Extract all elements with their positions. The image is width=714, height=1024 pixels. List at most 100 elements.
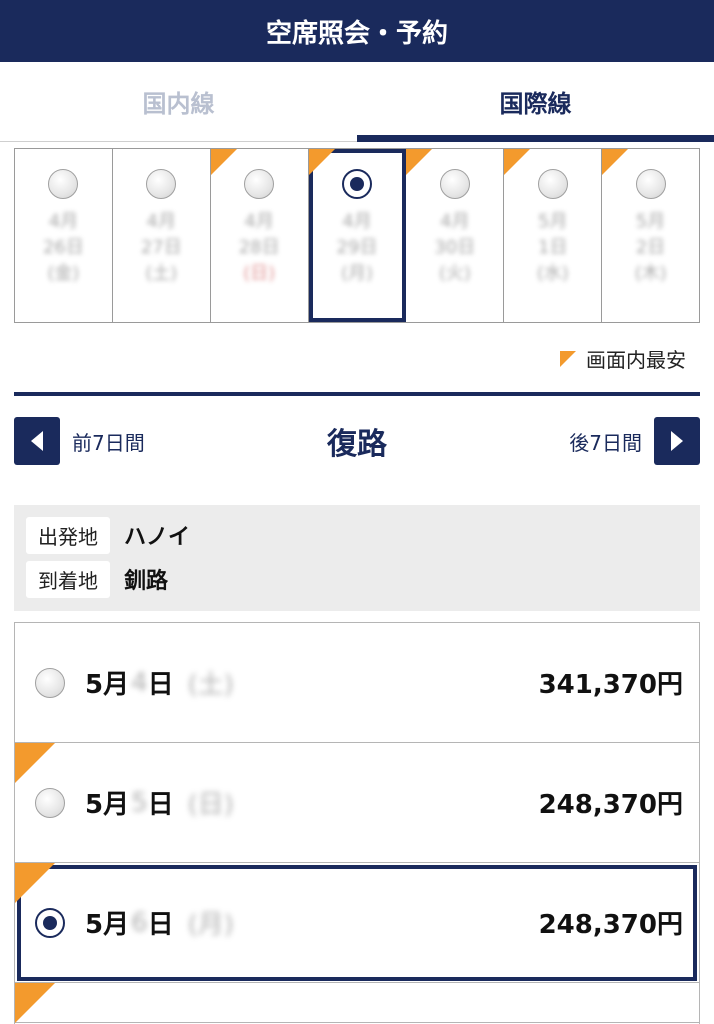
next-7-days-label[interactable]: 後7日間 xyxy=(569,427,642,456)
date-cell-text: 5月 2日 (木) xyxy=(635,209,667,287)
chevron-right-icon[interactable] xyxy=(654,417,700,465)
date-day: 29日 xyxy=(336,237,378,258)
tab-domestic-label: 国内線 xyxy=(142,90,215,118)
route-type-tabs: 国内線 国際線 xyxy=(0,62,714,142)
flight-row[interactable]: 5月 5 日 (日) 248,370円 xyxy=(15,743,699,863)
radio-icon[interactable] xyxy=(35,787,65,818)
direction-title: 復路 xyxy=(327,427,387,462)
page-title: 空席照会・予約 xyxy=(265,18,448,49)
date-day: 1日 xyxy=(538,237,568,258)
prev-7-days-label[interactable]: 前7日間 xyxy=(72,427,145,456)
date-cell[interactable]: 5月 1日 (水) xyxy=(504,149,603,322)
date-cell-text: 5月 1日 (水) xyxy=(537,209,569,287)
cheapest-flag-icon xyxy=(406,149,433,175)
flight-date: 5月 4 日 (土) xyxy=(85,664,234,701)
date-cell-text: 4月 28日 (日) xyxy=(239,209,280,287)
radio-icon[interactable] xyxy=(537,169,568,199)
radio-icon[interactable] xyxy=(635,169,666,199)
date-day: 2日 xyxy=(635,237,666,258)
date-weekday: (月) xyxy=(340,263,374,284)
radio-icon[interactable] xyxy=(146,169,177,199)
date-cell[interactable]: 4月 26日 (金) xyxy=(15,149,113,322)
flight-date: 5月 5 日 (日) xyxy=(85,784,234,821)
date-cell-text: 4月 30日 (火) xyxy=(434,209,475,287)
radio-icon[interactable] xyxy=(439,169,470,199)
flight-price: 341,370円 xyxy=(538,670,683,700)
date-weekday: (火) xyxy=(438,263,471,284)
radio-icon[interactable] xyxy=(244,169,275,199)
date-cell[interactable]: 4月 27日 (土) xyxy=(112,149,211,322)
next-7-days-button[interactable]: 後7日間 xyxy=(569,417,700,465)
cheapest-legend: 画面内最安 xyxy=(560,344,686,373)
flight-month: 5月 xyxy=(85,670,130,700)
flight-price: 248,370円 xyxy=(538,790,683,820)
flight-weekday: (月) xyxy=(187,910,234,940)
flight-weekday: (日) xyxy=(187,790,234,820)
date-cell[interactable]: 4月 28日 (日) xyxy=(210,149,309,322)
date-weekday: (木) xyxy=(634,263,667,284)
flight-list: 5月 4 日 (土) 341,370円 5月 5 日 (日) 248,370円 … xyxy=(14,622,700,1024)
cheapest-flag-icon xyxy=(210,149,237,175)
date-navigation: 前7日間 復路 後7日間 xyxy=(14,410,700,472)
destination-label: 到着地 xyxy=(26,560,110,598)
cheapest-flag-icon xyxy=(15,863,55,903)
date-month: 5月 xyxy=(538,211,568,232)
cheapest-flag-icon xyxy=(15,983,55,1023)
date-cell-text: 4月 26日 (金) xyxy=(43,209,84,287)
origin-row: 出発地 ハノイ xyxy=(26,515,688,555)
prev-7-days-button[interactable]: 前7日間 xyxy=(14,417,145,465)
flight-price: 248,370円 xyxy=(538,910,683,940)
route-summary: 出発地 ハノイ 到着地 釧路 xyxy=(14,505,700,611)
flight-month: 5月 xyxy=(85,790,130,820)
app-header: 空席照会・予約 xyxy=(0,0,714,62)
cheapest-flag-icon xyxy=(308,149,335,175)
cheapest-flag-icon xyxy=(15,743,55,783)
destination-value: 釧路 xyxy=(124,569,169,594)
date-month: 4月 xyxy=(440,211,470,232)
radio-checked-icon[interactable] xyxy=(35,907,65,938)
flight-day: 5 xyxy=(131,787,148,818)
radio-icon[interactable] xyxy=(35,667,65,698)
date-cell-selected[interactable]: 4月 29日 (月) xyxy=(308,149,407,322)
date-day: 27日 xyxy=(140,237,182,258)
date-month: 4月 xyxy=(48,211,79,232)
flight-date: 5月 6 日 (月) xyxy=(85,904,234,941)
radio-checked-icon[interactable] xyxy=(342,169,372,199)
flight-row[interactable] xyxy=(15,983,699,1023)
tab-international[interactable]: 国際線 xyxy=(357,62,714,142)
date-cell-text: 4月 27日 (土) xyxy=(141,209,182,287)
date-cell[interactable]: 4月 30日 (火) xyxy=(406,149,505,322)
flight-day: 4 xyxy=(131,667,148,698)
date-month: 4月 xyxy=(342,211,372,232)
cheapest-flag-icon xyxy=(504,149,531,175)
flight-month: 5月 xyxy=(85,910,130,940)
date-weekday: (金) xyxy=(47,263,80,284)
date-day: 26日 xyxy=(42,237,84,258)
date-day: 30日 xyxy=(434,237,476,258)
origin-label: 出発地 xyxy=(26,516,110,554)
flight-row-selected[interactable]: 5月 6 日 (月) 248,370円 xyxy=(15,863,699,983)
flight-weekday: (土) xyxy=(187,670,234,700)
origin-value: ハノイ xyxy=(124,525,191,550)
radio-icon[interactable] xyxy=(48,169,79,199)
legend-label: 画面内最安 xyxy=(586,348,686,372)
date-weekday: (土) xyxy=(145,263,178,284)
flight-row[interactable]: 5月 4 日 (土) 341,370円 xyxy=(15,623,699,743)
date-month: 5月 xyxy=(635,211,666,232)
date-month: 4月 xyxy=(244,211,274,232)
cheapest-flag-icon xyxy=(560,350,576,367)
date-cell-text: 4月 29日 (月) xyxy=(337,209,378,287)
date-month: 4月 xyxy=(146,211,176,232)
date-strip: 4月 26日 (金) 4月 27日 (土) 4月 28日 (日) 4月 29日 … xyxy=(14,148,700,323)
tab-domestic[interactable]: 国内線 xyxy=(0,62,357,141)
flight-day-suffix: 日 xyxy=(147,910,174,940)
section-divider xyxy=(14,392,700,396)
chevron-left-icon[interactable] xyxy=(14,417,60,465)
date-weekday: (日) xyxy=(243,263,276,284)
date-weekday: (水) xyxy=(536,263,569,284)
flight-day-suffix: 日 xyxy=(147,670,174,700)
tab-international-label: 国際線 xyxy=(499,90,572,118)
flight-day: 6 xyxy=(131,907,148,938)
date-cell[interactable]: 5月 2日 (木) xyxy=(602,149,700,322)
date-day: 28日 xyxy=(238,237,280,258)
